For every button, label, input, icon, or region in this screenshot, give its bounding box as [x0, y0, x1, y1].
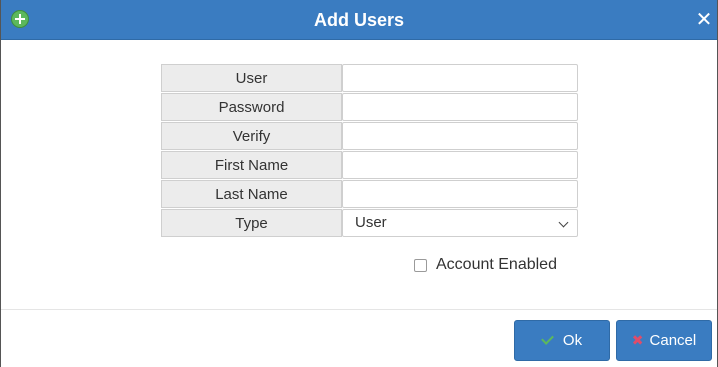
form-row-verify: Verify: [161, 122, 578, 150]
user-form: User Password Verify First Name Last Nam…: [161, 63, 578, 238]
form-row-first-name: First Name: [161, 151, 578, 179]
form-row-last-name: Last Name: [161, 180, 578, 208]
last-name-input[interactable]: [342, 180, 578, 208]
first-name-label: First Name: [161, 151, 342, 179]
cancel-button[interactable]: ✖ Cancel: [616, 320, 712, 361]
first-name-input[interactable]: [342, 151, 578, 179]
user-label: User: [161, 64, 342, 92]
cancel-button-label: Cancel: [649, 332, 697, 349]
verify-label: Verify: [161, 122, 342, 150]
chevron-down-icon: [558, 217, 569, 228]
dialog-title: Add Users: [313, 10, 405, 30]
close-icon[interactable]: ✕: [695, 10, 713, 30]
form-row-password: Password: [161, 93, 578, 121]
account-enabled-label[interactable]: Account Enabled: [436, 256, 557, 274]
account-enabled-checkbox[interactable]: [414, 258, 427, 272]
account-enabled-row: Account Enabled: [414, 255, 557, 275]
ok-button-label: Ok: [562, 332, 583, 349]
dialog-titlebar: Add Users ✕: [1, 0, 717, 40]
user-input[interactable]: [342, 64, 578, 92]
password-label: Password: [161, 93, 342, 121]
type-select[interactable]: User: [342, 209, 578, 237]
verify-input[interactable]: [342, 122, 578, 150]
x-icon: ✖: [631, 332, 644, 348]
check-icon: [541, 332, 554, 345]
form-row-user: User: [161, 64, 578, 92]
add-users-dialog: Add Users ✕ User Password Verify First N…: [0, 0, 718, 367]
form-row-type: Type User: [161, 209, 578, 237]
password-input[interactable]: [342, 93, 578, 121]
ok-button[interactable]: Ok: [514, 320, 610, 361]
type-label: Type: [161, 209, 342, 237]
footer-divider: [1, 309, 717, 310]
type-selected-value: User: [355, 214, 387, 231]
last-name-label: Last Name: [161, 180, 342, 208]
